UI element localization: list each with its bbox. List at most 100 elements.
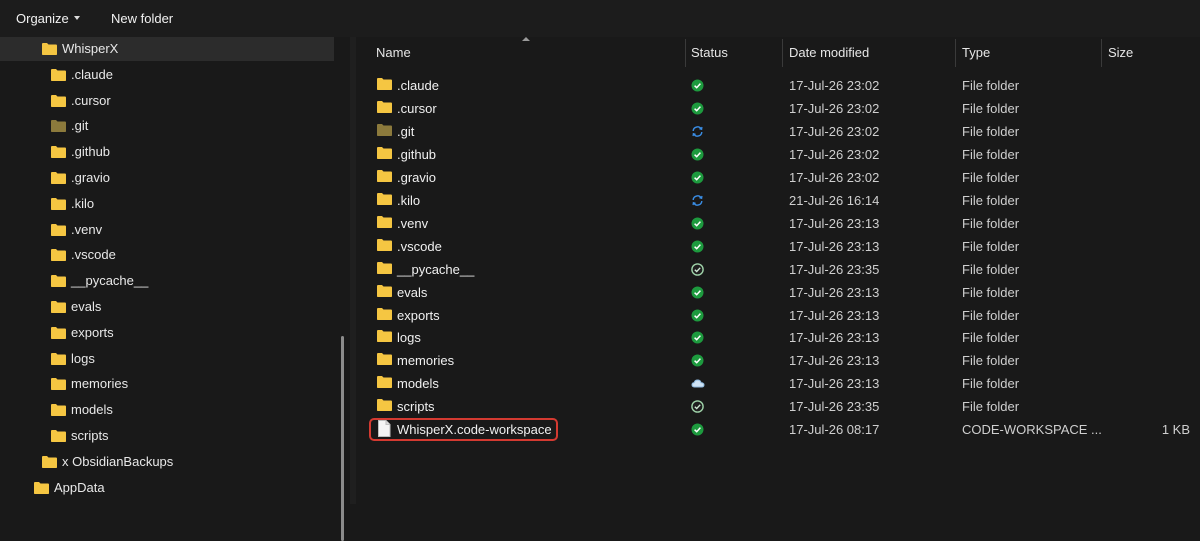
column-header-size[interactable]: Size xyxy=(1108,37,1188,69)
status-cell xyxy=(691,171,704,184)
file-name: models xyxy=(397,376,439,392)
nav-item-scripts[interactable]: scripts xyxy=(0,424,334,448)
file-size xyxy=(1108,120,1190,143)
nav-scrollbar[interactable] xyxy=(341,336,344,541)
nav-item-x-obsidianbackups[interactable]: x ObsidianBackups xyxy=(0,450,334,474)
folder-icon xyxy=(377,399,392,412)
file-name: .github xyxy=(397,146,437,162)
column-divider[interactable] xyxy=(685,39,686,67)
nav-item-venv[interactable]: .venv xyxy=(0,218,334,242)
nav-item-memories[interactable]: memories xyxy=(0,372,334,396)
date-modified: 17-Jul-26 23:02 xyxy=(789,123,880,139)
file-type: File folder xyxy=(962,353,1020,369)
file-name: .kilo xyxy=(397,192,421,208)
synced-check-icon xyxy=(691,423,704,436)
file-size xyxy=(1108,235,1190,258)
file-row[interactable]: __pycache__ 17-Jul-26 23:35 File folder xyxy=(356,258,1200,281)
nav-item-exports[interactable]: exports xyxy=(0,321,334,345)
date-modified: 17-Jul-26 08:17 xyxy=(789,422,880,438)
file-type: CODE-WORKSPACE ... xyxy=(962,422,1102,438)
column-header-type[interactable]: Type xyxy=(962,37,1092,69)
file-type: File folder xyxy=(962,261,1020,277)
column-header-date[interactable]: Date modified xyxy=(789,37,949,69)
file-row[interactable]: .github 17-Jul-26 23:02 File folder xyxy=(356,143,1200,166)
organize-label: Organize xyxy=(16,11,69,26)
nav-item-whisperx[interactable]: WhisperX xyxy=(0,37,334,61)
file-row[interactable]: memories 17-Jul-26 23:13 File folder xyxy=(356,349,1200,372)
chevron-down-icon xyxy=(73,15,80,20)
folder-icon xyxy=(51,68,66,81)
nav-item-kilo[interactable]: .kilo xyxy=(0,192,334,216)
file-row[interactable]: evals 17-Jul-26 23:13 File folder xyxy=(356,281,1200,304)
file-row[interactable]: .git 17-Jul-26 23:02 File folder xyxy=(356,120,1200,143)
status-cell xyxy=(691,377,705,390)
file-row[interactable]: .venv 17-Jul-26 23:13 File folder xyxy=(356,212,1200,235)
folder-icon xyxy=(51,275,66,288)
sync-pending-icon xyxy=(692,126,703,137)
date-modified: 17-Jul-26 23:13 xyxy=(789,215,880,231)
nav-item-label: scripts xyxy=(71,428,109,443)
nav-item-git[interactable]: .git xyxy=(0,114,334,138)
nav-item-evals[interactable]: evals xyxy=(0,295,334,319)
file-name: .git xyxy=(397,123,415,139)
file-row[interactable]: .cursor 17-Jul-26 23:02 File folder xyxy=(356,97,1200,120)
file-row[interactable]: .gravio 17-Jul-26 23:02 File folder xyxy=(356,166,1200,189)
nav-item-github[interactable]: .github xyxy=(0,140,334,164)
file-row[interactable]: models 17-Jul-26 23:13 File folder xyxy=(356,372,1200,395)
file-row[interactable]: WhisperX.code-workspace 17-Jul-26 08:17 CO… xyxy=(356,418,1200,441)
nav-item-label: .gravio xyxy=(71,170,111,185)
folder-icon xyxy=(377,376,392,389)
folder-icon xyxy=(51,146,66,159)
file-row[interactable]: .vscode 17-Jul-26 23:13 File folder xyxy=(356,235,1200,258)
folder-icon xyxy=(51,301,66,313)
column-divider[interactable] xyxy=(955,39,956,67)
folder-icon xyxy=(377,146,392,159)
file-row[interactable]: exports 17-Jul-26 23:13 File folder xyxy=(356,304,1200,327)
status-cell xyxy=(691,148,704,161)
file-size xyxy=(1108,372,1190,395)
new-folder-button[interactable]: New folder xyxy=(111,11,173,26)
file-type: File folder xyxy=(962,307,1020,323)
file-size xyxy=(1108,97,1190,120)
file-row[interactable]: .claude 17-Jul-26 23:02 File folder xyxy=(356,74,1200,97)
nav-item-claude[interactable]: .claude xyxy=(0,63,334,87)
available-check-icon xyxy=(691,400,704,414)
file-type: File folder xyxy=(962,78,1020,93)
column-header-name[interactable]: Name xyxy=(376,37,676,69)
file-name: __pycache__ xyxy=(397,261,475,277)
file-size xyxy=(1108,212,1190,235)
nav-item-gravio[interactable]: .gravio xyxy=(0,166,334,190)
nav-item-label: .github xyxy=(71,144,111,160)
file-name: .claude xyxy=(397,78,439,93)
nav-item-models[interactable]: models xyxy=(0,398,334,422)
folder-icon xyxy=(377,78,392,90)
nav-item-label: .claude xyxy=(71,66,113,82)
date-modified: 17-Jul-26 23:02 xyxy=(789,146,880,162)
organize-button[interactable]: Organize xyxy=(16,11,80,26)
nav-item-logs[interactable]: logs xyxy=(0,347,334,371)
column-divider[interactable] xyxy=(1101,39,1102,67)
status-cell xyxy=(691,331,704,344)
file-row[interactable]: scripts 17-Jul-26 23:35 File folder xyxy=(356,395,1200,418)
status-cell xyxy=(691,400,704,414)
date-modified: 17-Jul-26 23:13 xyxy=(789,238,880,254)
status-cell xyxy=(691,79,704,92)
folder-icon xyxy=(377,192,392,205)
file-type: File folder xyxy=(962,238,1020,254)
command-bar: Organize New folder xyxy=(0,0,1200,38)
file-row[interactable]: logs 17-Jul-26 23:13 File folder xyxy=(356,326,1200,349)
status-cell xyxy=(691,262,704,276)
file-row[interactable]: .kilo 21-Jul-26 16:14 File folder xyxy=(356,189,1200,212)
column-divider[interactable] xyxy=(782,39,783,67)
nav-item-label: .git xyxy=(71,118,89,134)
column-header-status[interactable]: Status xyxy=(691,37,781,69)
nav-item-vscode[interactable]: .vscode xyxy=(0,243,334,267)
nav-item-label: __pycache__ xyxy=(71,273,149,289)
status-cell xyxy=(691,194,704,207)
nav-item-appdata[interactable]: AppData xyxy=(0,476,334,500)
folder-icon xyxy=(51,223,66,236)
nav-item-pycache[interactable]: __pycache__ xyxy=(0,269,334,293)
nav-item-cursor[interactable]: .cursor xyxy=(0,89,334,113)
folder-icon xyxy=(51,430,66,442)
folder-icon xyxy=(377,284,392,297)
